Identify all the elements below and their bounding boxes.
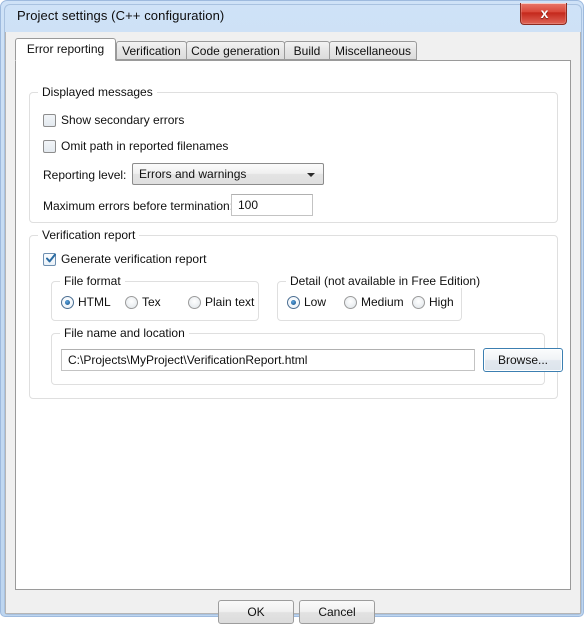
tab-miscellaneous[interactable]: Miscellaneous xyxy=(329,41,417,60)
window-title: Project settings (C++ configuration) xyxy=(17,8,225,23)
radio-label: Plain text xyxy=(205,295,255,309)
checkbox-label: Show secondary errors xyxy=(61,113,185,127)
check-icon xyxy=(46,253,56,263)
group-file-format-title: File format xyxy=(60,274,125,288)
checkbox-label: Omit path in reported filenames xyxy=(61,139,229,153)
chevron-down-icon xyxy=(307,173,315,177)
radio-label: Tex xyxy=(142,295,161,309)
radio-label: Medium xyxy=(361,295,404,309)
radio-circle xyxy=(125,296,138,309)
tab-strip: Error reporting Verification Code genera… xyxy=(15,38,571,61)
group-verification-report-title: Verification report xyxy=(38,228,140,242)
tab-verification[interactable]: Verification xyxy=(116,41,187,60)
max-errors-value: 100 xyxy=(238,198,259,212)
tab-code-generation[interactable]: Code generation xyxy=(186,41,285,60)
radio-circle xyxy=(412,296,425,309)
group-verification-report: Verification report Generate verificatio… xyxy=(29,228,563,399)
checkbox-box xyxy=(43,253,56,266)
tab-error-reporting[interactable]: Error reporting xyxy=(15,38,116,61)
radio-label: High xyxy=(429,295,454,309)
checkbox-box xyxy=(43,114,56,127)
cancel-button[interactable]: Cancel xyxy=(299,600,375,624)
group-displayed-messages-title: Displayed messages xyxy=(38,85,157,99)
dialog-window: Project settings (C++ configuration) x E… xyxy=(0,0,584,624)
radio-dot-icon xyxy=(65,300,70,305)
report-path-input[interactable]: C:\Projects\MyProject\VerificationReport… xyxy=(61,349,475,371)
close-button[interactable]: x xyxy=(520,3,567,25)
title-bar: Project settings (C++ configuration) x xyxy=(1,1,584,32)
max-errors-input[interactable]: 100 xyxy=(231,194,313,216)
radio-label: Low xyxy=(304,295,327,309)
reporting-level-label: Reporting level: xyxy=(43,168,127,182)
tab-build[interactable]: Build xyxy=(284,41,330,60)
report-path-value: C:\Projects\MyProject\VerificationReport… xyxy=(68,353,308,367)
tab-panel-error-reporting: Displayed messages Show secondary errors xyxy=(15,60,571,590)
reporting-level-select[interactable]: Errors and warnings xyxy=(132,163,324,185)
group-detail-title: Detail (not available in Free Edition) xyxy=(286,274,485,288)
checkbox-box xyxy=(43,140,56,153)
ok-button[interactable]: OK xyxy=(218,600,294,624)
max-errors-label: Maximum errors before termination: xyxy=(43,199,234,213)
group-displayed-messages: Displayed messages Show secondary errors xyxy=(29,85,558,223)
radio-circle xyxy=(344,296,357,309)
radio-circle xyxy=(188,296,201,309)
radio-dot-icon xyxy=(291,300,296,305)
group-detail: Detail (not available in Free Edition) L… xyxy=(277,274,485,321)
browse-button[interactable]: Browse... xyxy=(483,348,563,372)
group-file-name-location-title: File name and location xyxy=(60,326,189,340)
reporting-level-value: Errors and warnings xyxy=(139,167,247,181)
radio-circle xyxy=(287,296,300,309)
radio-circle xyxy=(61,296,74,309)
dialog-client-area: Error reporting Verification Code genera… xyxy=(5,32,581,624)
group-file-name-location: File name and location C:\Projects\MyPro… xyxy=(51,326,563,385)
group-file-format: File format HTML Tex Plain text xyxy=(51,274,259,321)
close-icon: x xyxy=(540,5,549,21)
radio-label: HTML xyxy=(78,295,111,309)
checkbox-label: Generate verification report xyxy=(61,252,207,266)
